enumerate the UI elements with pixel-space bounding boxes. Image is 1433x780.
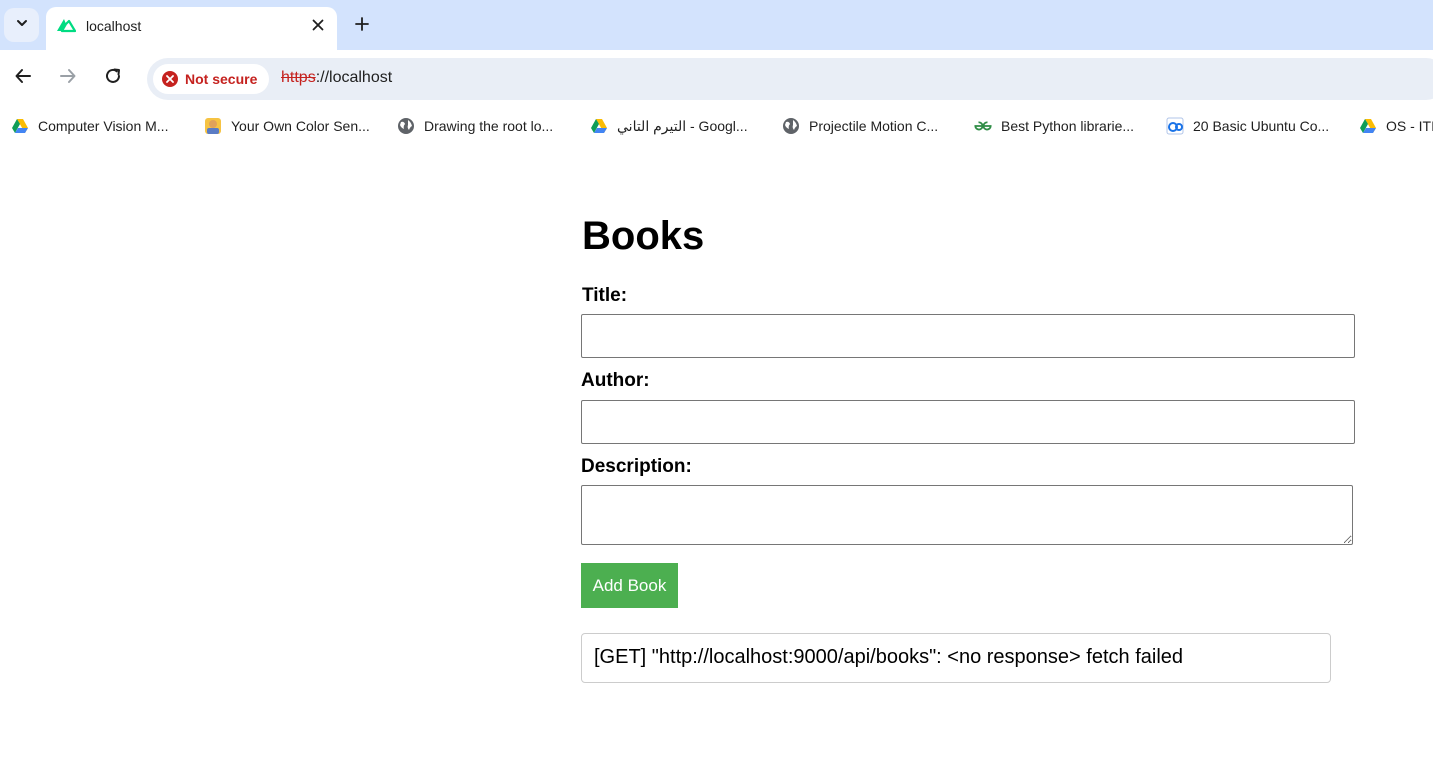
globe-icon bbox=[397, 117, 415, 135]
url-text[interactable]: https://localhost bbox=[281, 69, 392, 87]
bookmark-item[interactable]: OS - ITI bbox=[1359, 116, 1433, 136]
bookmark-item[interactable]: التيرم التاني - Googl... bbox=[590, 116, 748, 136]
nuxt-logo-icon bbox=[56, 17, 77, 33]
forward-button[interactable] bbox=[55, 65, 81, 91]
description-textarea[interactable] bbox=[581, 485, 1353, 545]
bookmark-label: OS - ITI bbox=[1386, 118, 1433, 134]
bookmark-label: Computer Vision M... bbox=[38, 118, 169, 134]
bookmarks-bar: Computer Vision M... Your Own Color Sen.… bbox=[0, 106, 1433, 146]
google-drive-icon bbox=[1359, 117, 1377, 135]
bookmark-label: Drawing the root lo... bbox=[424, 118, 554, 134]
site-icon bbox=[1166, 117, 1184, 135]
error-message: [GET] "http://localhost:9000/api/books":… bbox=[581, 633, 1331, 683]
url-scheme: https bbox=[281, 69, 316, 86]
close-tab-icon[interactable] bbox=[308, 15, 328, 35]
arrow-left-icon bbox=[14, 67, 32, 90]
warning-x-icon bbox=[162, 71, 178, 87]
bookmark-label: Best Python librarie... bbox=[1001, 118, 1135, 134]
back-button[interactable] bbox=[10, 65, 36, 91]
security-chip[interactable]: Not secure bbox=[153, 64, 269, 94]
title-input[interactable] bbox=[581, 314, 1355, 358]
geeksforgeeks-icon bbox=[974, 117, 992, 135]
bookmark-label: التيرم التاني - Googl... bbox=[617, 117, 748, 134]
chevron-down-icon bbox=[15, 16, 29, 35]
author-input[interactable] bbox=[581, 400, 1355, 444]
google-drive-icon bbox=[11, 117, 29, 135]
bookmark-item[interactable]: 20 Basic Ubuntu Co... bbox=[1166, 116, 1329, 136]
author-label: Author: bbox=[581, 370, 650, 391]
reload-button[interactable] bbox=[100, 65, 126, 91]
tab-strip: localhost bbox=[0, 0, 1433, 50]
bookmark-item[interactable]: Projectile Motion C... bbox=[782, 116, 938, 136]
bookmark-label: Your Own Color Sen... bbox=[231, 118, 370, 134]
add-book-button[interactable]: Add Book bbox=[581, 563, 678, 608]
google-drive-icon bbox=[590, 117, 608, 135]
address-bar[interactable]: Not secure https://localhost bbox=[147, 58, 1433, 100]
description-label: Description: bbox=[581, 456, 692, 477]
reload-icon bbox=[104, 67, 122, 90]
bookmark-label: 20 Basic Ubuntu Co... bbox=[1193, 118, 1330, 134]
bookmark-item[interactable]: Computer Vision M... bbox=[11, 116, 168, 136]
tab-title: localhost bbox=[86, 18, 142, 34]
tab-search-button[interactable] bbox=[4, 8, 39, 42]
avatar-icon bbox=[204, 117, 222, 135]
bookmark-item[interactable]: Best Python librarie... bbox=[974, 116, 1134, 136]
new-tab-button[interactable] bbox=[350, 14, 374, 38]
page-content: Books Title: Author: Description: Add Bo… bbox=[0, 146, 1433, 780]
url-host: ://localhost bbox=[315, 69, 393, 86]
plus-icon bbox=[355, 16, 369, 36]
arrow-right-icon bbox=[59, 67, 77, 90]
globe-icon bbox=[782, 117, 800, 135]
page-title: Books bbox=[582, 214, 705, 258]
title-label: Title: bbox=[582, 285, 628, 306]
security-label: Not secure bbox=[185, 71, 258, 87]
bookmark-item[interactable]: Your Own Color Sen... bbox=[204, 116, 370, 136]
browser-toolbar: Not secure https://localhost bbox=[0, 50, 1433, 106]
active-tab[interactable]: localhost bbox=[46, 7, 337, 50]
bookmark-label: Projectile Motion C... bbox=[809, 118, 939, 134]
bookmark-item[interactable]: Drawing the root lo... bbox=[397, 116, 553, 136]
